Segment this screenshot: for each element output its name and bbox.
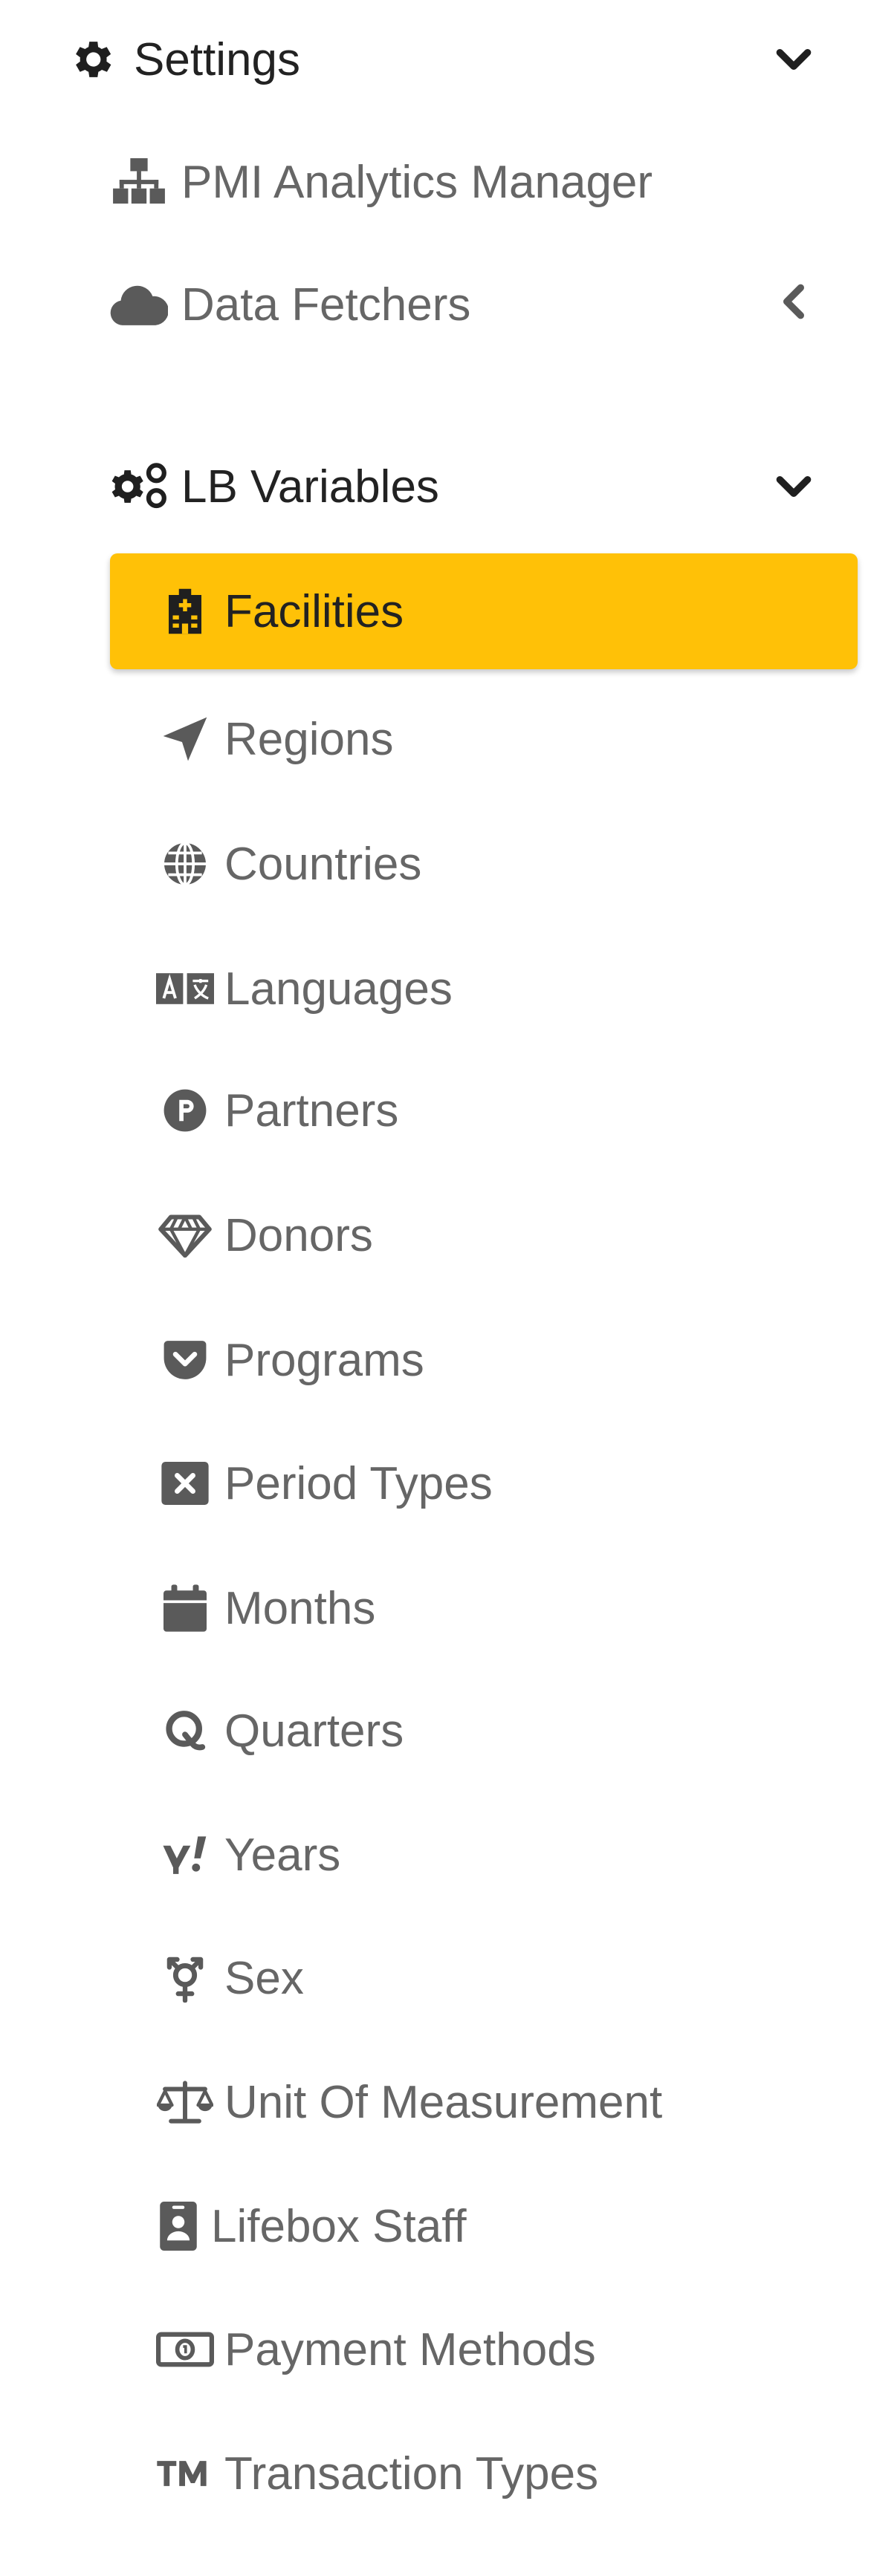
- nav-item-label: Transaction Types: [224, 2447, 599, 2499]
- nav-item-label: Lifebox Staff: [211, 2200, 467, 2252]
- nav-item-label: Settings: [134, 33, 301, 85]
- nav-item-countries[interactable]: Countries: [156, 830, 421, 897]
- nav-item-label: Sex: [224, 1952, 304, 2004]
- yahoo-icon: [156, 1826, 214, 1884]
- nav-item-lb-variables[interactable]: LB Variables: [110, 453, 439, 520]
- nav-item-label: Unit Of Measurement: [224, 2076, 663, 2128]
- nav-item-label: Languages: [224, 963, 453, 1015]
- chevron-down-icon[interactable]: [773, 466, 815, 507]
- quora-icon: [156, 1702, 214, 1760]
- id-badge-icon: [156, 2197, 201, 2255]
- cogs-icon: [110, 458, 168, 515]
- nav-item-programs[interactable]: Programs: [156, 1327, 424, 1393]
- nav-item-label: Data Fetchers: [181, 279, 471, 331]
- sitemap-icon: [110, 153, 168, 211]
- balance-scale-icon: [156, 2073, 214, 2131]
- cog-icon: [62, 30, 120, 88]
- language-icon: [156, 960, 214, 1018]
- money-bill-icon: [156, 2320, 214, 2378]
- nav-item-donors[interactable]: Donors: [156, 1202, 373, 1269]
- nav-item-label: Donors: [224, 1209, 373, 1261]
- nav-item-pmi-analytics-manager[interactable]: PMI Analytics Manager: [110, 149, 653, 215]
- transgender-icon: [156, 1949, 214, 2007]
- location-arrow-icon: [156, 710, 214, 768]
- trademark-icon: [156, 2445, 214, 2502]
- nav-item-payment-methods[interactable]: Payment Methods: [156, 2316, 596, 2383]
- nav-item-label: Payment Methods: [224, 2323, 596, 2375]
- window-close-icon: [156, 1454, 214, 1512]
- nav-item-lifebox-staff[interactable]: Lifebox Staff: [156, 2193, 467, 2260]
- gem-icon: [156, 1206, 214, 1264]
- nav-item-sex[interactable]: Sex: [156, 1945, 304, 2011]
- nav-item-label: LB Variables: [181, 461, 439, 513]
- nav-item-label: Regions: [224, 713, 394, 765]
- nav-item-label: Partners: [224, 1084, 399, 1136]
- hospital-icon: [156, 582, 214, 640]
- nav-item-facilities[interactable]: Facilities: [110, 553, 858, 669]
- nav-item-partners[interactable]: Partners: [156, 1077, 398, 1144]
- nav-item-months[interactable]: Months: [156, 1575, 375, 1642]
- nav-item-unit-of-measurement[interactable]: Unit Of Measurement: [156, 2069, 662, 2136]
- pocket-icon: [156, 1331, 214, 1389]
- nav-item-label: Countries: [224, 838, 422, 890]
- nav-item-label: Months: [224, 1582, 376, 1634]
- nav-item-label: PMI Analytics Manager: [181, 156, 653, 208]
- nav-item-years[interactable]: Years: [156, 1821, 340, 1888]
- product-hunt-icon: [156, 1082, 214, 1139]
- sidebar-nav: Settings PMI Analytics Manager Data Fetc…: [0, 0, 871, 2576]
- nav-item-period-types[interactable]: Period Types: [156, 1450, 493, 1517]
- chevron-left-icon[interactable]: [773, 281, 815, 322]
- nav-item-label: Programs: [224, 1334, 424, 1386]
- globe-icon: [156, 835, 214, 893]
- nav-item-label: Quarters: [224, 1705, 404, 1757]
- cloud-icon: [110, 276, 168, 334]
- chevron-down-icon[interactable]: [773, 39, 815, 80]
- nav-item-settings[interactable]: Settings: [62, 26, 300, 93]
- nav-item-label: Facilities: [224, 585, 404, 637]
- nav-item-label: Period Types: [224, 1457, 493, 1509]
- nav-item-label: Years: [224, 1829, 341, 1881]
- calendar-icon: [156, 1579, 214, 1637]
- nav-item-languages[interactable]: Languages: [156, 955, 453, 1022]
- nav-item-regions[interactable]: Regions: [156, 706, 393, 773]
- nav-item-quarters[interactable]: Quarters: [156, 1697, 404, 1764]
- nav-item-transaction-types[interactable]: Transaction Types: [156, 2440, 598, 2507]
- nav-item-data-fetchers[interactable]: Data Fetchers: [110, 271, 470, 338]
